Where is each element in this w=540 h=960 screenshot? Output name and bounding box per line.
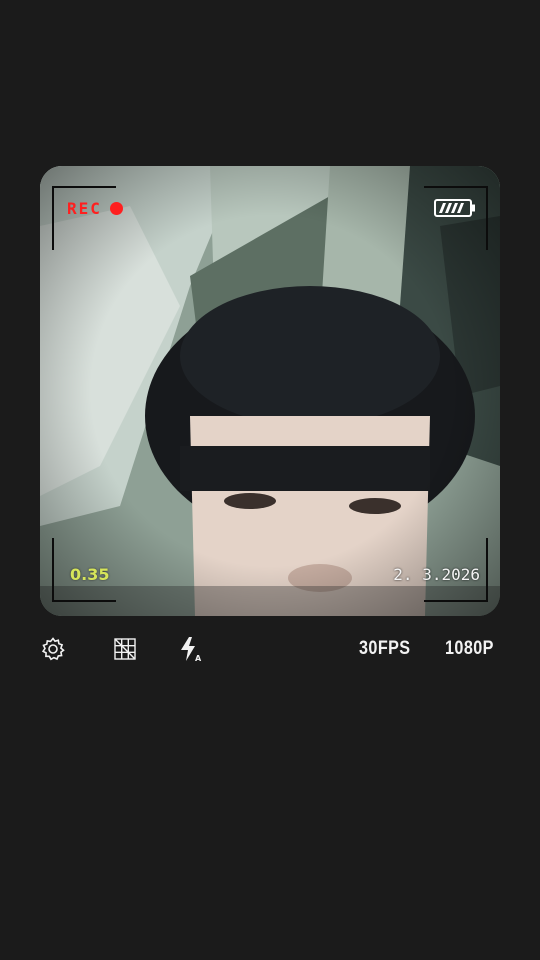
fps-selector[interactable]: 30FPS bbox=[359, 638, 411, 660]
frame-corner-top-left bbox=[52, 186, 116, 250]
settings-gear-icon[interactable] bbox=[40, 636, 66, 662]
resolution-selector[interactable]: 1080P bbox=[445, 638, 494, 660]
recording-indicator: REC bbox=[67, 199, 123, 218]
grid-icon[interactable] bbox=[112, 636, 138, 662]
date-stamp: 2. 3.2026 bbox=[393, 565, 480, 584]
rec-label: REC bbox=[67, 199, 102, 218]
frame-corner-top-right bbox=[424, 186, 488, 250]
svg-text:A: A bbox=[195, 654, 202, 662]
camera-viewfinder[interactable]: REC 0.35 2. 3.2026 bbox=[40, 166, 500, 616]
camera-toolbar: A 30FPS 1080P bbox=[0, 628, 540, 670]
zoom-level[interactable]: 0.35 bbox=[70, 565, 109, 584]
flash-auto-icon[interactable]: A bbox=[178, 636, 204, 662]
record-dot-icon bbox=[109, 202, 123, 215]
battery-icon bbox=[434, 199, 475, 217]
